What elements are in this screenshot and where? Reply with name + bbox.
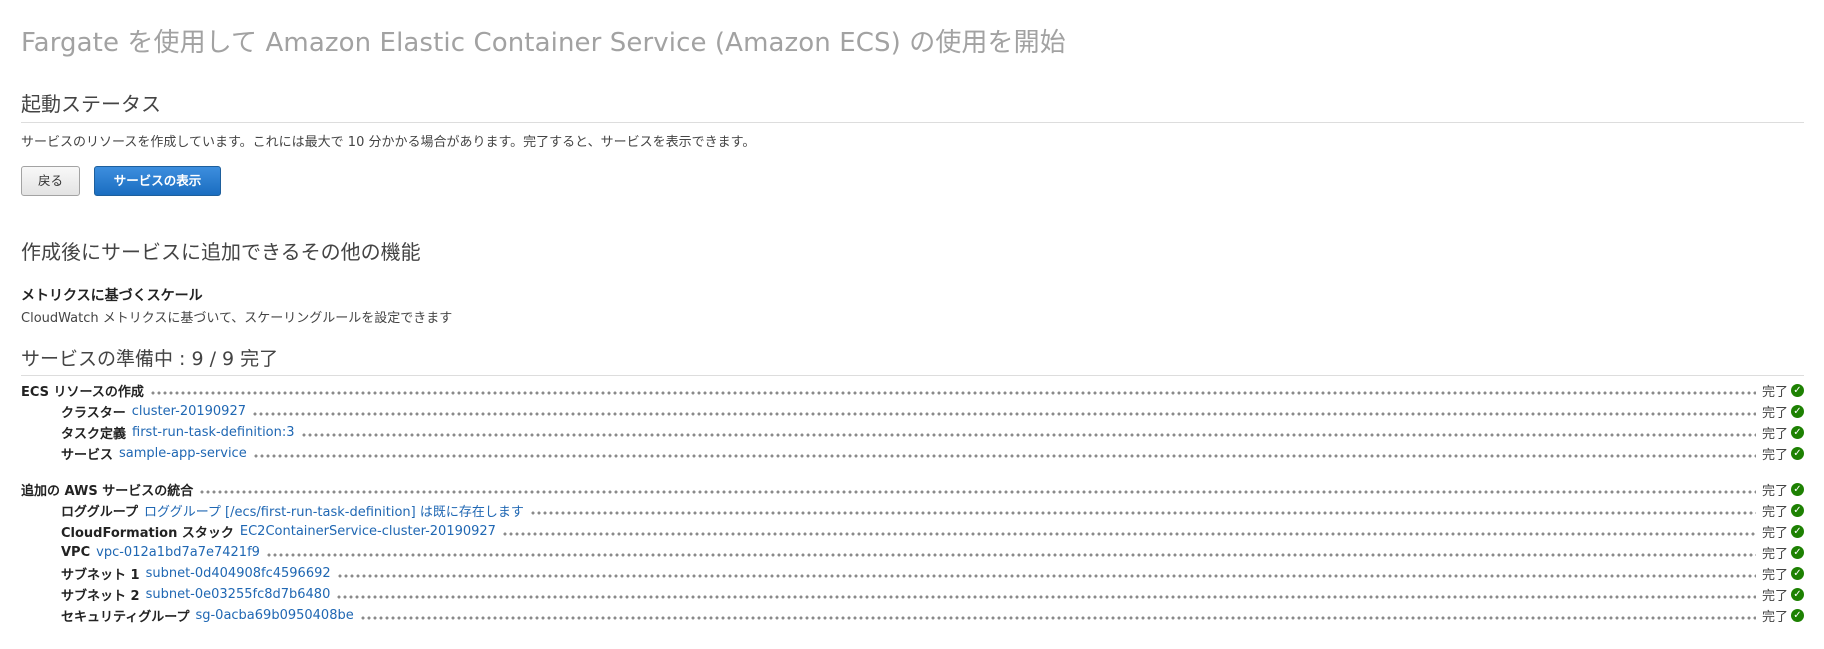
dot-leader: [529, 511, 1756, 515]
status-text: 完了: [1761, 448, 1788, 463]
section-divider: [21, 375, 1804, 376]
dot-leader: [252, 412, 1756, 416]
check-circle-icon: ✓: [1791, 447, 1804, 460]
progress-row-service: サービス sample-app-service 完了 ✓: [61, 443, 1804, 464]
progress-row-cluster: クラスター cluster-20190927 完了 ✓: [61, 401, 1804, 422]
feature-description: CloudWatch メトリクスに基づいて、スケーリングルールを設定できます: [21, 311, 453, 326]
subnet-1-link[interactable]: subnet-0d404908fc4596692: [146, 566, 331, 581]
progress-row-subnet-2: サブネット 2 subnet-0e03255fc8d7b6480 完了 ✓: [61, 584, 1804, 605]
service-link[interactable]: sample-app-service: [119, 446, 247, 461]
task-definition-link[interactable]: first-run-task-definition:3: [132, 425, 295, 440]
progress-row-log-group: ロググループ ロググループ [/ecs/first-run-task-defin…: [61, 500, 1804, 521]
check-circle-icon: ✓: [1791, 426, 1804, 439]
feature-title: メトリクスに基づくスケール: [21, 288, 203, 304]
check-circle-icon: ✓: [1791, 525, 1804, 538]
status-text: 完了: [1761, 406, 1788, 421]
back-button[interactable]: 戻る: [21, 166, 80, 196]
progress-row-aws-integration: 追加の AWS サービスの統合 完了 ✓: [21, 479, 1804, 500]
status-text: 完了: [1761, 568, 1788, 583]
progress-row-task-definition: タスク定義 first-run-task-definition:3 完了 ✓: [61, 422, 1804, 443]
status-text: 完了: [1761, 385, 1788, 400]
check-circle-icon: ✓: [1791, 405, 1804, 418]
status-text: 完了: [1761, 484, 1788, 499]
row-label: VPC: [61, 545, 91, 560]
dot-leader: [336, 595, 1756, 599]
dot-leader: [199, 490, 1756, 494]
progress-row-cloudformation: CloudFormation スタック EC2ContainerService-…: [61, 521, 1804, 542]
security-group-link[interactable]: sg-0acba69b0950408be: [195, 608, 353, 623]
progress-row-vpc: VPC vpc-012a1bd7a7e7421f9 完了 ✓: [61, 542, 1804, 563]
progress-row-security-group: セキュリティグループ sg-0acba69b0950408be 完了 ✓: [61, 605, 1804, 626]
progress-row-subnet-1: サブネット 1 subnet-0d404908fc4596692 完了 ✓: [61, 563, 1804, 584]
dot-leader: [359, 616, 1756, 620]
status-text: 完了: [1761, 547, 1788, 562]
cluster-link[interactable]: cluster-20190927: [132, 404, 246, 419]
check-circle-icon: ✓: [1791, 384, 1804, 397]
vpc-link[interactable]: vpc-012a1bd7a7e7421f9: [96, 545, 260, 560]
section-divider: [21, 122, 1804, 123]
check-circle-icon: ✓: [1791, 567, 1804, 580]
dot-leader: [501, 532, 1756, 536]
view-service-button[interactable]: サービスの表示: [94, 166, 221, 196]
status-text: 完了: [1761, 589, 1788, 604]
status-text: 完了: [1761, 610, 1788, 625]
additional-features-heading: 作成後にサービスに追加できるその他の機能: [21, 240, 421, 264]
row-label: セキュリティグループ: [61, 610, 190, 625]
check-circle-icon: ✓: [1791, 546, 1804, 559]
check-circle-icon: ✓: [1791, 609, 1804, 622]
row-label: タスク定義: [61, 427, 127, 442]
log-group-link[interactable]: ロググループ [/ecs/first-run-task-definition] …: [144, 501, 524, 520]
subnet-2-link[interactable]: subnet-0e03255fc8d7b6480: [146, 587, 331, 602]
progress-row-ecs-resources: ECS リソースの作成 完了 ✓: [21, 380, 1804, 401]
page-title: Fargate を使用して Amazon Elastic Container S…: [21, 28, 1066, 58]
row-label: ECS リソースの作成: [21, 385, 144, 400]
launch-status-heading: 起動ステータス: [21, 92, 161, 116]
status-text: 完了: [1761, 505, 1788, 520]
row-label: CloudFormation スタック: [61, 526, 234, 541]
dot-leader: [336, 574, 1756, 578]
status-text: 完了: [1761, 526, 1788, 541]
dot-leader: [149, 391, 1756, 395]
cloudformation-stack-link[interactable]: EC2ContainerService-cluster-20190927: [240, 524, 496, 539]
row-label: 追加の AWS サービスの統合: [21, 484, 194, 499]
status-text: 完了: [1761, 427, 1788, 442]
row-label: サブネット 2: [61, 589, 140, 604]
row-label: クラスター: [61, 406, 126, 421]
dot-leader: [300, 433, 1756, 437]
check-circle-icon: ✓: [1791, 588, 1804, 601]
launch-status-description: サービスのリソースを作成しています。これには最大で 10 分かかる場合があります…: [21, 135, 756, 150]
row-label: サービス: [61, 448, 114, 463]
dot-leader: [265, 553, 1756, 557]
row-label: サブネット 1: [61, 568, 140, 583]
row-label: ロググループ: [61, 505, 138, 520]
check-circle-icon: ✓: [1791, 504, 1804, 517]
dot-leader: [252, 454, 1756, 458]
check-circle-icon: ✓: [1791, 483, 1804, 496]
preparing-heading: サービスの準備中 : 9 / 9 完了: [21, 348, 279, 370]
